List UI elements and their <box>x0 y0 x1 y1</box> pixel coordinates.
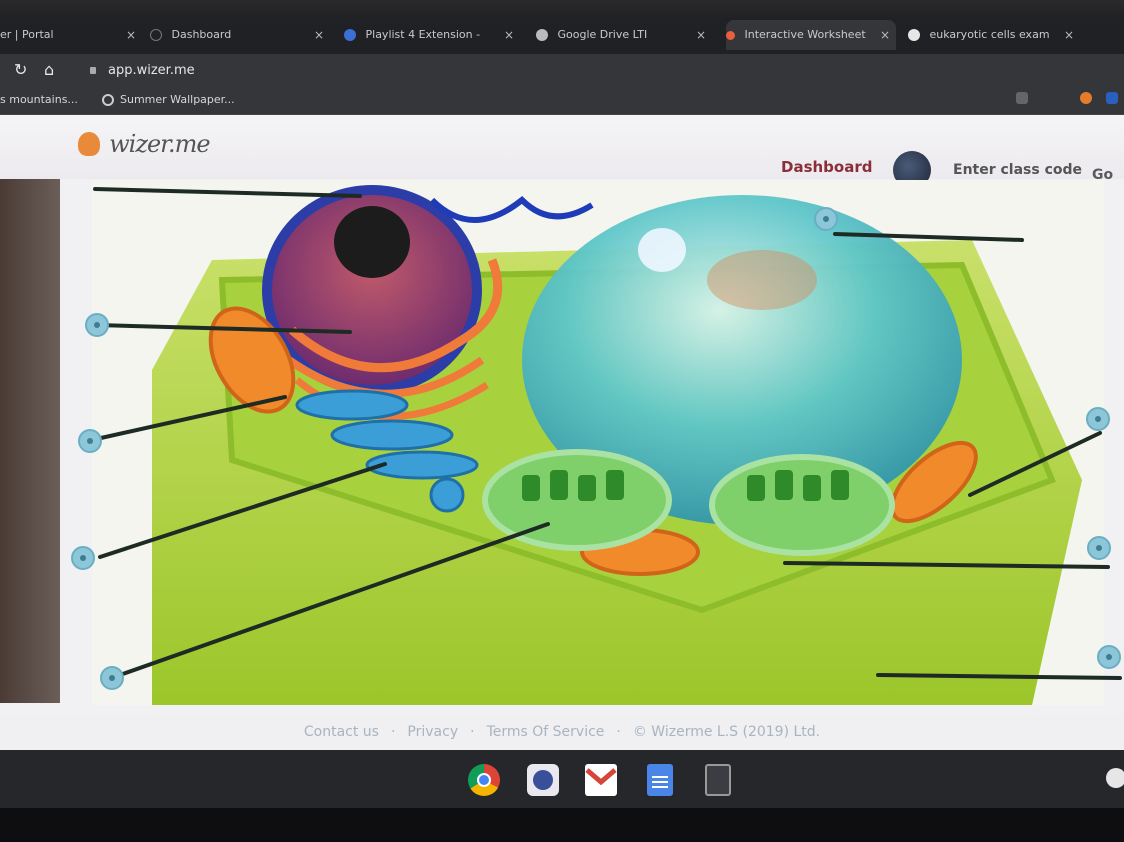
drive-icon <box>536 29 548 41</box>
tab-label: er | Portal <box>0 28 54 41</box>
bookmark-label: Summer Wallpaper... <box>120 93 235 106</box>
tab-eukaryotic-cells[interactable]: eukaryotic cells exam × <box>908 20 1080 50</box>
label-point[interactable] <box>78 429 102 453</box>
label-point[interactable] <box>85 313 109 337</box>
wizer-icon[interactable] <box>527 764 559 796</box>
label-point[interactable] <box>71 546 95 570</box>
tab-dashboard[interactable]: Dashboard × <box>150 20 330 50</box>
label-point[interactable] <box>814 207 838 231</box>
tab-portal[interactable]: er | Portal × <box>0 20 142 50</box>
tab-interactive-worksheet[interactable]: Interactive Worksheet × <box>726 20 896 50</box>
docs-icon[interactable] <box>647 764 673 796</box>
label-point[interactable] <box>100 666 124 690</box>
close-icon[interactable]: × <box>696 20 706 50</box>
wizer-logo[interactable]: wizer.me <box>78 130 211 158</box>
profile-icon[interactable] <box>1106 92 1118 104</box>
contact-us-link[interactable]: Contact us <box>304 724 379 740</box>
copyright: © Wizerme L.S (2019) Ltd. <box>632 724 821 740</box>
tab-label: Dashboard <box>171 28 232 41</box>
label-point[interactable] <box>1086 407 1110 431</box>
background-wall <box>0 178 60 703</box>
status-tray-icon[interactable] <box>1106 768 1124 788</box>
tab-label: Google Drive LTI <box>557 28 648 41</box>
close-icon[interactable]: × <box>314 20 324 50</box>
tab-playlist[interactable]: Playlist 4 Extension - × <box>344 20 520 50</box>
gmail-icon[interactable] <box>585 764 617 796</box>
label-point[interactable] <box>1097 645 1121 669</box>
bookmark-summer-wallpaper[interactable]: Summer Wallpaper... <box>102 93 235 106</box>
privacy-link[interactable]: Privacy <box>407 724 458 740</box>
reload-icon[interactable]: ↻ <box>14 60 27 79</box>
google-icon <box>908 29 920 41</box>
close-icon[interactable]: × <box>504 20 514 50</box>
nav-dashboard-link[interactable]: Dashboard <box>781 158 872 176</box>
separator: · <box>390 724 396 740</box>
tab-label: eukaryotic cells exam <box>929 28 1050 41</box>
chrome-center <box>477 773 491 787</box>
tab-google-drive[interactable]: Google Drive LTI × <box>536 20 712 50</box>
separator: · <box>616 724 621 740</box>
separator: · <box>470 724 475 740</box>
device-bezel-bottom <box>0 808 1124 842</box>
cast-icon[interactable] <box>1016 92 1028 104</box>
url-text: app.wizer.me <box>108 63 195 78</box>
loading-icon <box>150 29 162 41</box>
logo-text: wizer.me <box>109 130 210 158</box>
label-point[interactable] <box>1087 536 1111 560</box>
site-footer: Contact us · Privacy · Terms Of Service · © Wi… <box>0 715 1124 749</box>
doc-lines <box>652 776 668 778</box>
address-bar[interactable]: app.wizer.me <box>80 60 980 82</box>
os-shelf <box>0 750 1124 808</box>
tab-label: Playlist 4 Extension - <box>365 28 481 41</box>
tab-label: Interactive Worksheet <box>744 28 866 41</box>
google-icon <box>102 94 114 106</box>
calculator-icon[interactable] <box>705 764 731 796</box>
lightbulb-icon <box>78 132 100 156</box>
chrome-icon[interactable] <box>468 764 500 796</box>
gmail-envelope <box>585 768 617 786</box>
extension-icon[interactable] <box>1080 92 1092 104</box>
home-icon[interactable]: ⌂ <box>44 60 54 79</box>
close-icon[interactable]: × <box>1064 20 1074 50</box>
lock-icon <box>90 67 96 74</box>
close-icon[interactable]: × <box>880 20 890 50</box>
plant-cell-diagram <box>92 180 1104 705</box>
close-icon[interactable]: × <box>126 20 136 50</box>
terms-link[interactable]: Terms Of Service <box>487 724 605 740</box>
bookmark-mountains[interactable]: s mountains... <box>0 93 78 106</box>
wizer-badge <box>533 770 553 790</box>
wizer-tab-icon <box>726 30 735 40</box>
google-icon <box>344 29 356 41</box>
